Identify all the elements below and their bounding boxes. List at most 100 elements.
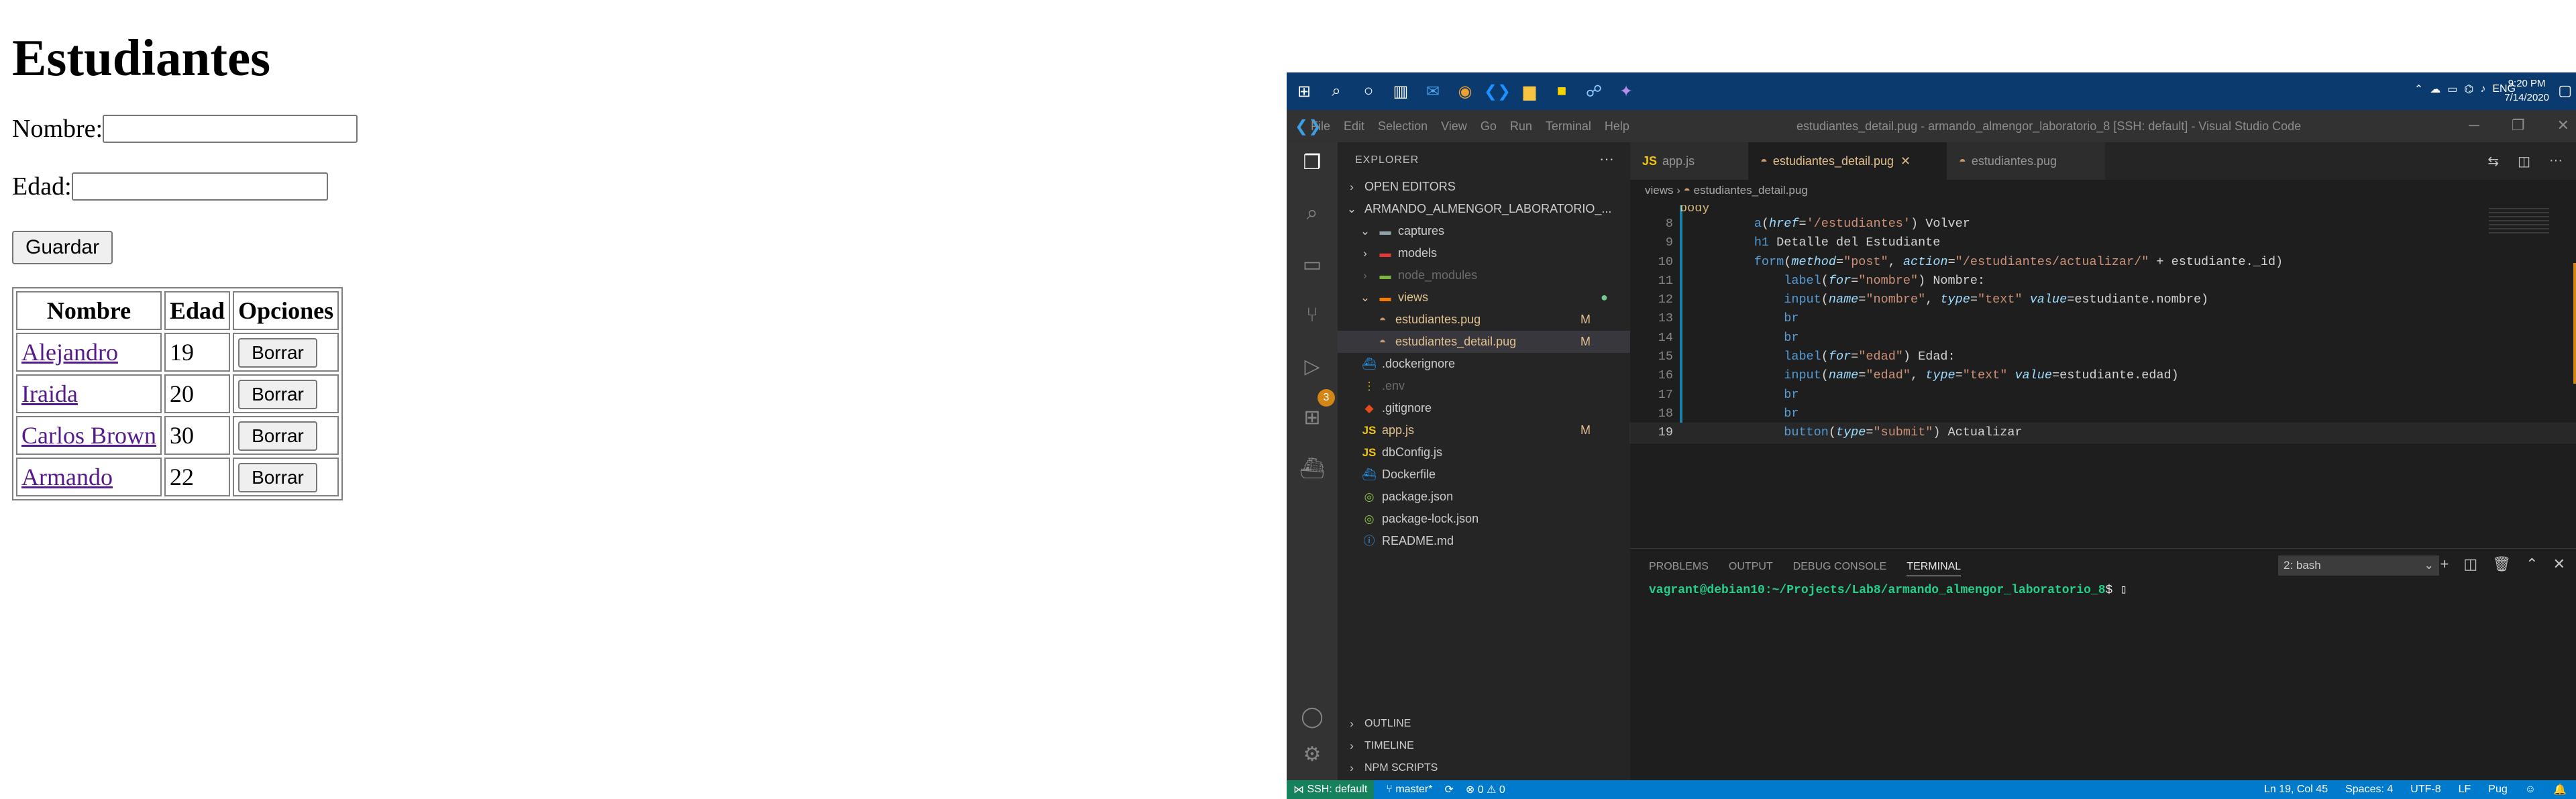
run-debug-icon[interactable]: ▷ — [1299, 353, 1326, 380]
tree-file-dbconfig-js[interactable]: JS dbConfig.js — [1362, 441, 1442, 464]
task-view-icon[interactable]: ▥ — [1389, 79, 1413, 103]
tree-file-package-json[interactable]: ◎ package.json — [1362, 486, 1454, 508]
indentation[interactable]: Spaces: 4 — [2345, 784, 2393, 796]
close-panel-icon[interactable]: ✕ — [2553, 555, 2565, 573]
remote-explorer-icon[interactable]: ▭ — [1299, 251, 1326, 278]
maximize-panel-icon[interactable]: ⌃ — [2526, 555, 2538, 573]
new-terminal-icon[interactable]: + — [2440, 555, 2449, 573]
volume-icon[interactable]: ♪ — [2480, 83, 2485, 95]
docker-icon[interactable]: ⛴ — [1299, 455, 1326, 482]
search-icon[interactable]: ⌕ — [1324, 79, 1348, 103]
chevron-up-icon[interactable]: ⌃ — [2414, 83, 2423, 96]
network-icon[interactable]: ⌬ — [2464, 83, 2473, 96]
close-icon[interactable]: ✕ — [2557, 117, 2569, 134]
tree-file-gitignore[interactable]: ◆ .gitignore — [1362, 397, 1432, 419]
file-explorer-icon[interactable]: ▆ — [1517, 79, 1542, 103]
timeline-section[interactable]: › TIMELINE — [1344, 735, 1414, 757]
tree-file-readme[interactable]: ⓘ README.md — [1362, 530, 1454, 552]
student-link[interactable]: Alejandro — [21, 339, 118, 366]
encoding[interactable]: UTF-8 — [2410, 784, 2440, 796]
tree-file-app-js[interactable]: JS app.js M — [1362, 419, 1630, 441]
cortana-icon[interactable]: ○ — [1356, 79, 1381, 103]
settings-gear-icon[interactable]: ⚙ — [1299, 741, 1326, 767]
battery-icon[interactable]: ▭ — [2447, 83, 2457, 96]
edad-input[interactable] — [71, 172, 328, 201]
student-link[interactable]: Iraida — [21, 380, 78, 407]
menu-terminal[interactable]: Terminal — [1546, 119, 1591, 134]
taskbar-clock[interactable]: 9:20 PM 7/14/2020 — [2504, 76, 2549, 105]
sync-icon[interactable]: ⟳ — [1444, 783, 1453, 796]
delete-button[interactable]: Borrar — [238, 338, 317, 368]
student-link[interactable]: Armando — [21, 464, 113, 490]
scrollbar[interactable] — [2573, 263, 2576, 384]
branch-indicator[interactable]: ⑂ master* — [1386, 784, 1432, 796]
tree-folder-views[interactable]: ⌄ ▬ views ● — [1358, 286, 1630, 309]
vscode-taskbar-icon[interactable]: ❮❯ — [1484, 79, 1511, 103]
tree-file-package-lock-json[interactable]: ◎ package-lock.json — [1362, 508, 1479, 530]
terminal-select[interactable]: 2: bash ⌄ — [2278, 555, 2439, 576]
split-terminal-icon[interactable]: ◫ — [2463, 555, 2477, 573]
search-icon[interactable]: ⌕ — [1299, 200, 1326, 227]
minimize-icon[interactable]: ─ — [2469, 117, 2479, 134]
tree-file-dockerignore[interactable]: ⛴ .dockerignore — [1362, 353, 1455, 375]
menu-selection[interactable]: Selection — [1378, 119, 1428, 134]
mail-icon[interactable]: ✉ — [1421, 79, 1445, 103]
delete-button[interactable]: Borrar — [238, 380, 317, 409]
outline-section[interactable]: › OUTLINE — [1344, 712, 1411, 735]
more-actions-icon[interactable]: ··· — [2549, 153, 2563, 170]
delete-button[interactable]: Borrar — [238, 421, 317, 451]
tree-file-estudiantes-detail-pug[interactable]: ◓ estudiantes_detail.pug M — [1338, 331, 1630, 353]
open-changes-icon[interactable]: ⇆ — [2487, 153, 2499, 170]
close-tab-icon[interactable]: ✕ — [1900, 154, 1911, 168]
open-editors-section[interactable]: › OPEN EDITORS — [1344, 176, 1456, 198]
menu-view[interactable]: View — [1441, 119, 1467, 134]
source-control-icon[interactable]: ⑂ — [1299, 302, 1326, 329]
code-editor[interactable]: body 8 a(href='/estudiantes') Volver 9 h… — [1629, 205, 2576, 443]
project-folder[interactable]: ⌄ ARMANDO_ALMENGOR_LABORATORIO_... — [1344, 198, 1612, 220]
bell-icon[interactable]: 🔔 — [2553, 783, 2567, 796]
menu-edit[interactable]: Edit — [1344, 119, 1364, 134]
delete-button[interactable]: Borrar — [238, 463, 317, 492]
language-mode[interactable]: Pug — [2488, 784, 2507, 796]
split-editor-icon[interactable]: ◫ — [2518, 153, 2530, 170]
restore-icon[interactable]: ❐ — [2512, 117, 2525, 134]
tab-app-js[interactable]: JS app.js — [1630, 142, 1748, 180]
minimap[interactable] — [2489, 208, 2549, 235]
menu-file[interactable]: File — [1311, 119, 1330, 134]
teams-icon[interactable]: ✦ — [1614, 79, 1638, 103]
tree-folder-node-modules[interactable]: › ▬ node_modules — [1358, 264, 1477, 286]
student-link[interactable]: Carlos Brown — [21, 422, 156, 449]
terminal-prompt[interactable]: vagrant@debian10:~/Projects/Lab8/armando… — [1649, 582, 2127, 597]
chrome-icon[interactable]: ◉ — [1453, 79, 1477, 103]
trash-icon[interactable]: 🗑 — [2492, 555, 2511, 573]
nombre-input[interactable] — [103, 115, 358, 143]
tree-folder-captures[interactable]: ⌄ ▬ captures — [1358, 220, 1444, 242]
network-app-icon[interactable]: ☍ — [1582, 79, 1606, 103]
npm-scripts-section[interactable]: › NPM SCRIPTS — [1344, 757, 1438, 779]
tab-debug-console[interactable]: DEBUG CONSOLE — [1793, 561, 1887, 576]
tree-file-estudiantes-pug[interactable]: ◓ estudiantes.pug M — [1338, 309, 1630, 331]
more-actions-icon[interactable]: ··· — [1599, 150, 1614, 168]
tab-terminal[interactable]: TERMINAL — [1907, 561, 1962, 576]
cursor-position[interactable]: Ln 19, Col 45 — [2264, 784, 2328, 796]
tree-file-dockerfile[interactable]: ⛴ Dockerfile — [1362, 464, 1436, 486]
save-button[interactable]: Guardar — [12, 231, 113, 264]
tab-output[interactable]: OUTPUT — [1729, 561, 1773, 576]
menu-run[interactable]: Run — [1510, 119, 1532, 134]
feedback-icon[interactable]: ☺ — [2525, 784, 2536, 796]
tab-estudiantes-detail-pug[interactable]: ◓ estudiantes_detail.pug ✕ — [1748, 142, 1947, 180]
remote-indicator[interactable]: ⋈ SSH: default — [1287, 780, 1375, 799]
explorer-icon[interactable]: ❐ — [1299, 149, 1326, 176]
menu-help[interactable]: Help — [1605, 119, 1629, 134]
sticky-notes-icon[interactable]: ■ — [1550, 79, 1574, 103]
tree-file-env[interactable]: ⋮ .env — [1362, 375, 1405, 397]
tree-folder-models[interactable]: › ▬ models — [1358, 242, 1437, 264]
windows-start-icon[interactable]: ⊞ — [1292, 79, 1316, 103]
tab-problems[interactable]: PROBLEMS — [1649, 561, 1709, 576]
cloud-icon[interactable]: ☁ — [2430, 83, 2440, 96]
problems-indicator[interactable]: ⊗ 0 ⚠ 0 — [1466, 783, 1505, 796]
account-icon[interactable]: ◯ — [1299, 703, 1326, 730]
notifications-icon[interactable]: ▢ — [2558, 82, 2572, 99]
extensions-icon[interactable]: ⊞ — [1299, 404, 1326, 431]
menu-go[interactable]: Go — [1481, 119, 1497, 134]
